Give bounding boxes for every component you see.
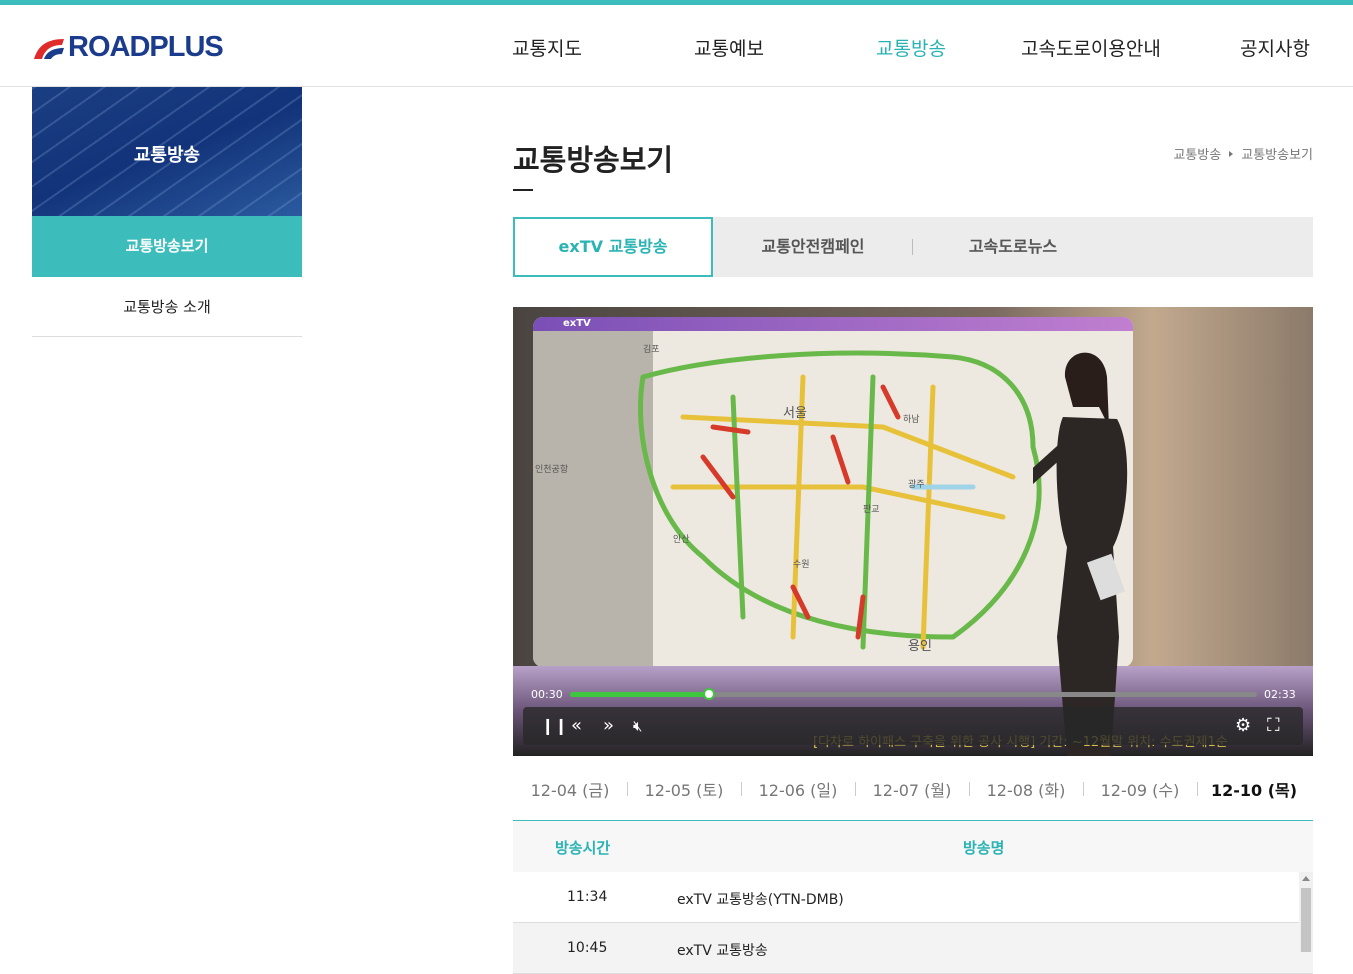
row-name: exTV 교통방송(YTN-DMB) <box>677 892 844 908</box>
breadcrumb-item-broadcast[interactable]: 교통방송 <box>1173 144 1221 163</box>
current-time: 00:30 <box>531 688 563 701</box>
fullscreen-icon[interactable]: ⛶ <box>1267 716 1280 736</box>
row-time: 10:45 <box>567 940 608 956</box>
pause-icon[interactable]: ❙❙ <box>541 716 568 736</box>
sidebar: 교통방송 교통방송보기 교통방송 소개 <box>32 87 302 337</box>
header-broadcast-name: 방송명 <box>963 839 1005 857</box>
scrollbar-thumb[interactable] <box>1301 888 1311 952</box>
rewind-icon[interactable]: « <box>571 716 582 736</box>
date-tab[interactable]: 12-07 (월) <box>855 777 969 801</box>
map-label-incheon-airport: 인천공항 <box>535 465 569 475</box>
mute-icon[interactable]: 🔇︎ <box>633 716 642 736</box>
date-selector: 12-04 (금) 12-05 (토) 12-06 (일) 12-07 (월) … <box>513 777 1313 801</box>
seek-bar[interactable] <box>570 688 1257 700</box>
date-tab[interactable]: 12-08 (화) <box>969 777 1083 801</box>
main-nav: 교통지도 교통예보 교통방송 고속도로이용안내 공지사항 <box>458 5 1353 87</box>
roadplus-swoosh-icon <box>34 38 64 59</box>
map-label-yongin: 용인 <box>908 639 932 654</box>
map-label-gimpo: 김포 <box>643 345 660 355</box>
settings-gear-icon[interactable]: ⚙ <box>1235 716 1251 736</box>
video-player[interactable]: exTV 서울 용인 인천공항 판교 광주 안산 수원 하남 김포 00:30 … <box>513 307 1313 756</box>
table-scrollbar[interactable] <box>1299 872 1313 952</box>
table-row[interactable]: 11:34 exTV 교통방송(YTN-DMB) <box>513 872 1313 923</box>
date-tab[interactable]: 12-05 (토) <box>627 777 741 801</box>
seek-handle[interactable] <box>703 688 715 700</box>
map-label-hanam: 하남 <box>903 415 920 425</box>
page-title: 교통방송보기 <box>513 143 674 177</box>
broadcast-schedule-table: 방송시간 방송명 11:34 exTV 교통방송(YTN-DMB) 10:45 … <box>513 820 1313 974</box>
breadcrumb: 교통방송 교통방송보기 <box>1173 144 1313 163</box>
roadplus-logo[interactable]: ROADPLUS <box>32 31 224 64</box>
row-time: 11:34 <box>567 889 608 905</box>
tab-highway-news[interactable]: 고속도로뉴스 <box>913 217 1113 277</box>
map-label-suwon: 수원 <box>793 560 810 570</box>
table-header: 방송시간 방송명 <box>513 820 1313 872</box>
header-broadcast-time: 방송시간 <box>555 839 611 857</box>
nav-item-traffic-map[interactable]: 교통지도 <box>512 34 582 61</box>
nav-item-traffic-forecast[interactable]: 교통예보 <box>694 34 764 61</box>
map-label-seoul: 서울 <box>783 406 807 421</box>
nav-item-notice[interactable]: 공지사항 <box>1240 34 1310 61</box>
nav-item-highway-guide[interactable]: 고속도로이용안내 <box>1021 34 1161 61</box>
map-label-pangyo: 판교 <box>863 505 880 515</box>
tab-extv[interactable]: exTV 교통방송 <box>513 217 713 277</box>
breadcrumb-item-current: 교통방송보기 <box>1241 148 1313 163</box>
map-label-gwangju: 광주 <box>908 480 925 490</box>
map-label-ansan: 안산 <box>673 535 690 545</box>
brand-name: ROADPLUS <box>68 31 224 63</box>
player-controls: ❙❙ « » 🔇︎ ⚙ ⛶ <box>523 707 1303 745</box>
date-tab-active[interactable]: 12-10 (목) <box>1197 777 1311 801</box>
date-tab[interactable]: 12-06 (일) <box>741 777 855 801</box>
fast-forward-icon[interactable]: » <box>603 716 614 736</box>
row-name: exTV 교통방송 <box>677 943 768 959</box>
sidebar-item-broadcast-intro[interactable]: 교통방송 소개 <box>32 277 302 337</box>
duration: 02:33 <box>1264 688 1296 701</box>
site-header: ROADPLUS 교통지도 교통예보 교통방송 고속도로이용안내 공지사항 <box>0 5 1353 87</box>
nav-item-traffic-broadcast[interactable]: 교통방송 <box>876 34 946 61</box>
sidebar-banner-title: 교통방송 <box>133 145 201 166</box>
seek-bar-progress <box>570 692 708 697</box>
tab-safety-campaign[interactable]: 교통안전캠페인 <box>713 217 913 277</box>
broadcast-tabs: exTV 교통방송 교통안전캠페인 고속도로뉴스 <box>513 217 1313 277</box>
breadcrumb-arrow-icon <box>1229 150 1234 157</box>
sidebar-item-broadcast-view[interactable]: 교통방송보기 <box>32 216 302 277</box>
sidebar-banner: 교통방송 <box>32 87 302 216</box>
date-tab[interactable]: 12-04 (금) <box>513 777 627 801</box>
scroll-up-arrow-icon[interactable] <box>1302 876 1310 881</box>
title-underline <box>513 189 533 191</box>
date-tab[interactable]: 12-09 (수) <box>1083 777 1197 801</box>
table-row[interactable]: 10:45 exTV 교통방송 <box>513 923 1313 974</box>
